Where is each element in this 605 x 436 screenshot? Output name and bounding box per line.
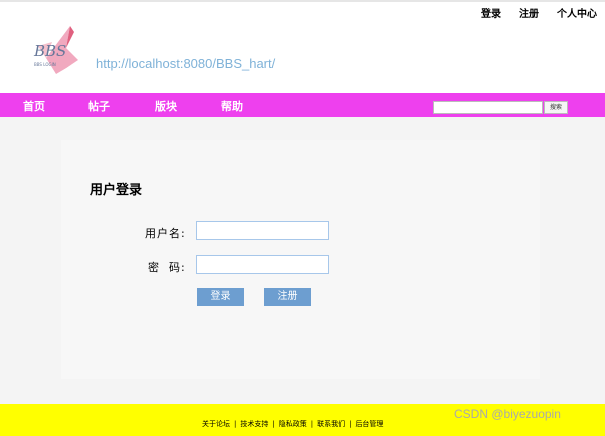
logo-text: BBS bbox=[33, 42, 66, 60]
site-url: http://localhost:8080/BBS_hart/ bbox=[96, 56, 276, 71]
footer-separator: | bbox=[234, 420, 237, 428]
username-field[interactable] bbox=[196, 221, 329, 240]
login-title: 用户登录 bbox=[90, 183, 143, 198]
footer-link-about[interactable]: 关于论坛 bbox=[202, 420, 230, 428]
top-border bbox=[0, 0, 605, 2]
username-label: 用户名: bbox=[145, 227, 186, 240]
footer-links: 关于论坛 | 技术支持 | 隐私政策 | 联系我们 | 后台管理 bbox=[202, 419, 383, 429]
main-navbar: 首页 帖子 版块 帮助 搜索 bbox=[0, 93, 605, 117]
search-button[interactable]: 搜索 bbox=[544, 101, 568, 114]
nav-item-boards[interactable]: 版块 bbox=[155, 98, 177, 114]
nav-item-posts[interactable]: 帖子 bbox=[88, 98, 110, 114]
footer-separator: | bbox=[310, 420, 314, 428]
footer-separator: | bbox=[349, 420, 352, 428]
header-links: 登录 注册 个人中心 bbox=[481, 5, 597, 20]
nav-item-home[interactable]: 首页 bbox=[23, 98, 45, 114]
bbs-logo: BBS BBS LOGIN bbox=[26, 18, 86, 82]
password-label: 密 码: bbox=[148, 261, 186, 274]
footer-separator: | bbox=[272, 420, 275, 428]
footer-link-privacy[interactable]: 隐私政策 bbox=[279, 420, 307, 428]
header-login-link[interactable]: 登录 bbox=[481, 5, 501, 20]
search-input[interactable] bbox=[433, 101, 543, 114]
logo-subtext: BBS LOGIN bbox=[34, 62, 56, 67]
header-register-link[interactable]: 注册 bbox=[519, 5, 539, 20]
csdn-watermark: CSDN @biyezuopin bbox=[454, 407, 561, 421]
footer-link-admin[interactable]: 后台管理 bbox=[355, 420, 383, 428]
header-user-center-link[interactable]: 个人中心 bbox=[557, 5, 597, 20]
footer-link-support[interactable]: 技术支持 bbox=[240, 420, 268, 428]
register-button[interactable]: 注册 bbox=[264, 288, 311, 306]
login-button[interactable]: 登录 bbox=[197, 288, 244, 306]
password-field[interactable] bbox=[196, 255, 329, 274]
footer-link-contact[interactable]: 联系我们 bbox=[317, 420, 345, 428]
nav-item-help[interactable]: 帮助 bbox=[221, 98, 243, 114]
